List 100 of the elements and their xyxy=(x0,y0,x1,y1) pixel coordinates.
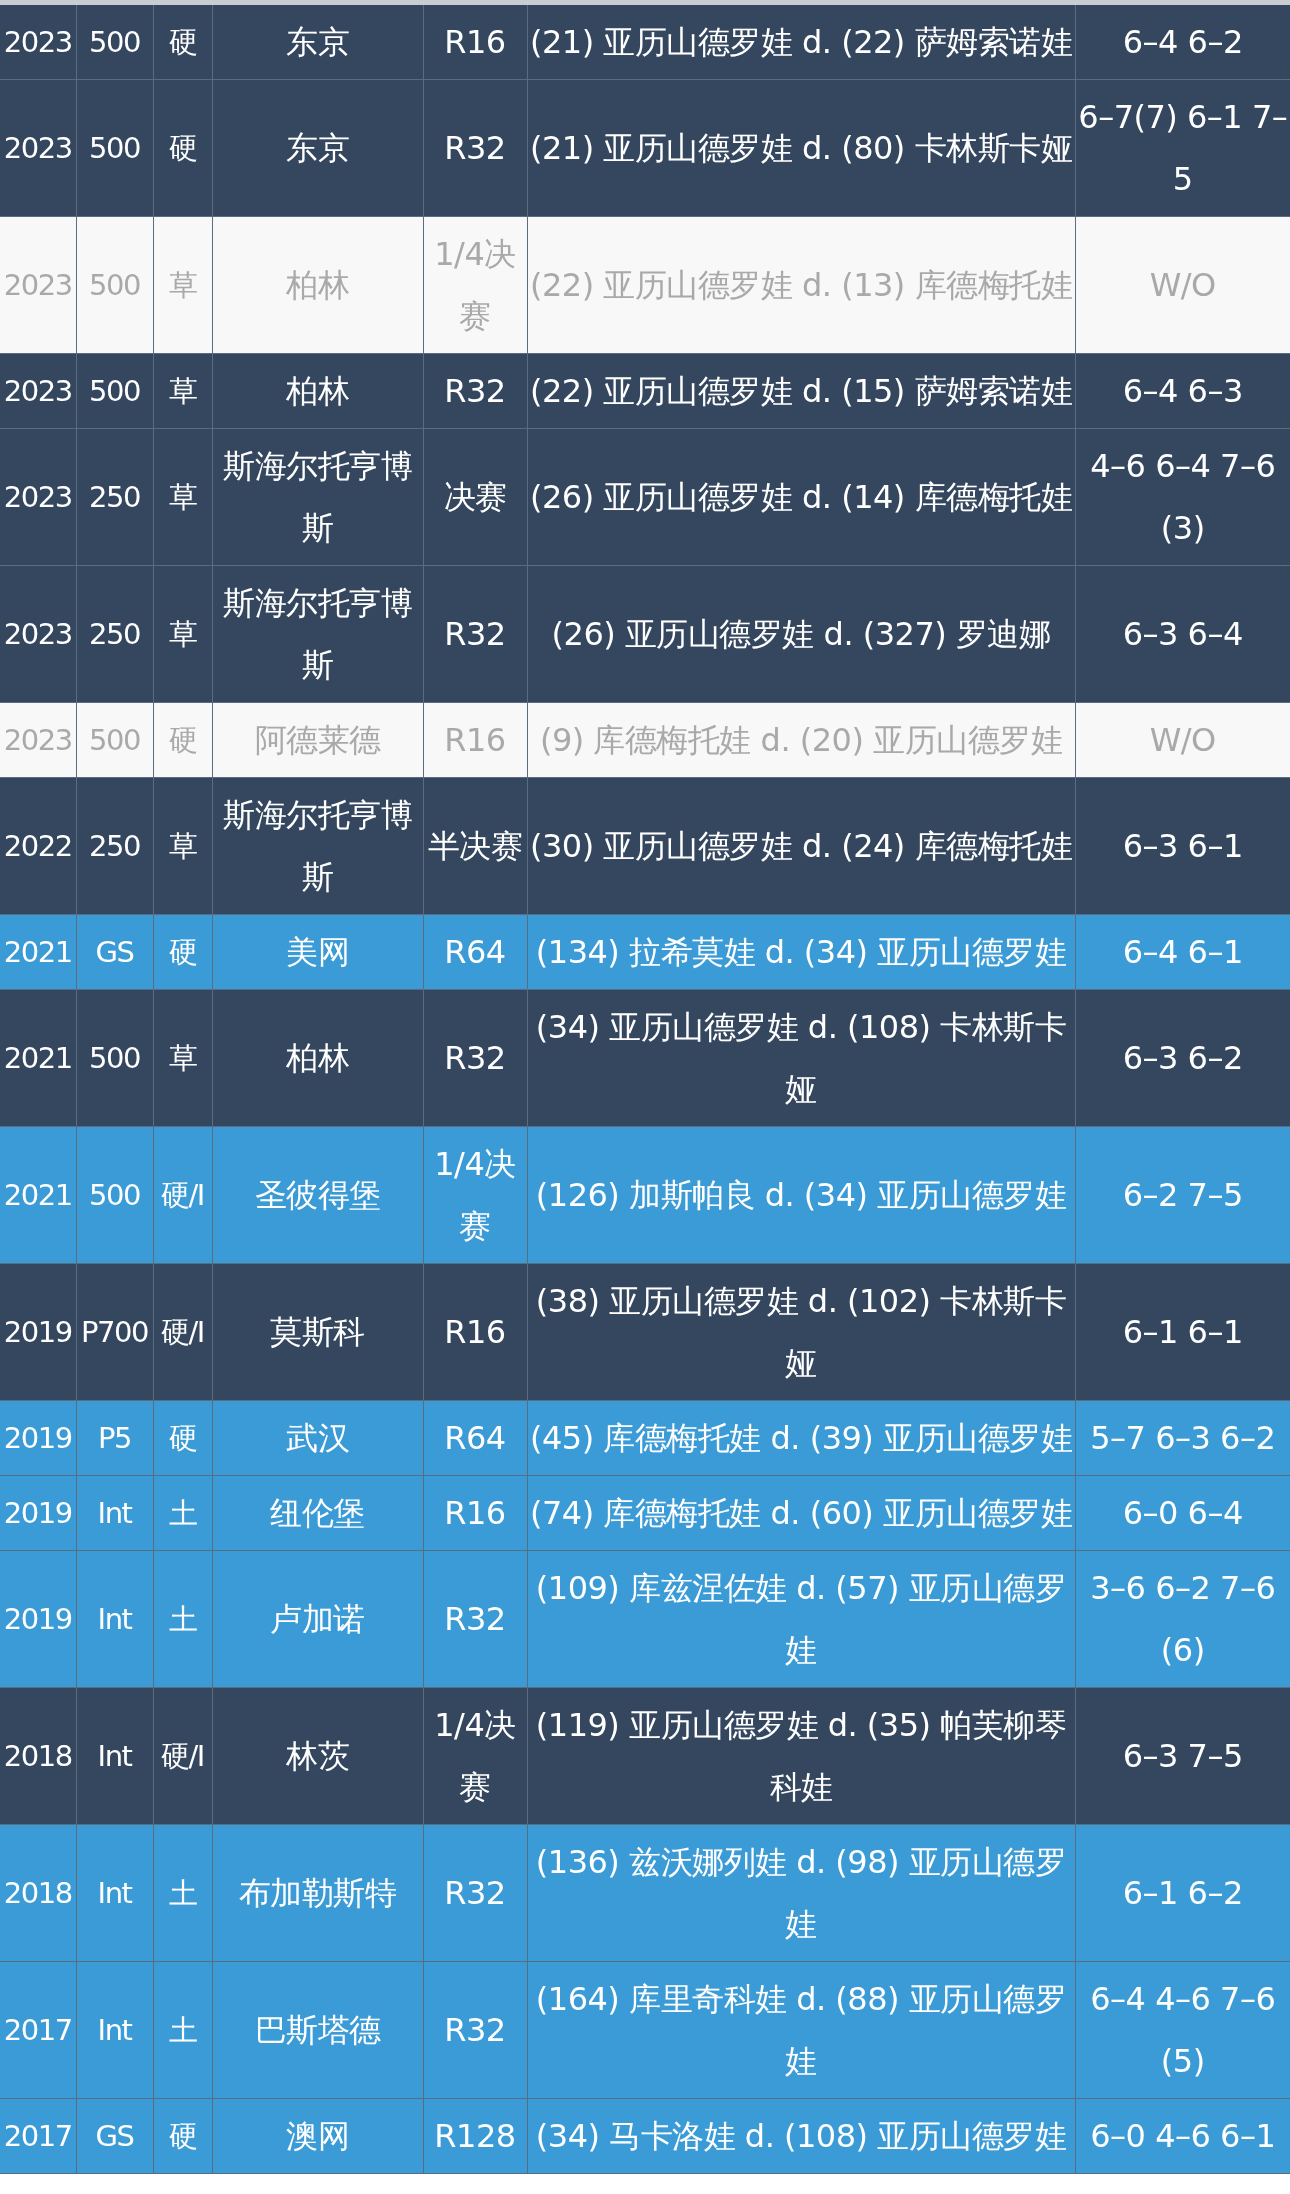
table-cell: 布加勒斯特 xyxy=(212,1824,423,1962)
table-cell: 6–0 6–4 xyxy=(1075,1475,1290,1551)
table-cell: 500 xyxy=(76,5,153,80)
table-cell: (126) 加斯帕良 d. (34) 亚历山德罗娃 xyxy=(527,1126,1075,1264)
table-cell: R32 xyxy=(423,353,527,429)
table-cell: W/O xyxy=(1075,702,1290,778)
table-cell: 东京 xyxy=(212,79,423,217)
table-cell: 2019 xyxy=(0,1550,76,1688)
table-cell: 硬 xyxy=(153,5,212,80)
table-cell: 草 xyxy=(153,565,212,703)
table-cell: 圣彼得堡 xyxy=(212,1126,423,1264)
table-cell: 美网 xyxy=(212,914,423,990)
table-cell: 500 xyxy=(76,702,153,778)
table-cell: 硬 xyxy=(153,1400,212,1476)
table-cell: 土 xyxy=(153,1550,212,1688)
table-cell: 2018 xyxy=(0,1824,76,1962)
table-cell: 3–6 6–2 7–6(6) xyxy=(1075,1550,1290,1688)
table-cell: 6–0 4–6 6–1 xyxy=(1075,2098,1290,2174)
table-cell: 硬/I xyxy=(153,1687,212,1825)
table-cell: 硬/I xyxy=(153,1263,212,1401)
table-cell: (21) 亚历山德罗娃 d. (22) 萨姆索诺娃 xyxy=(527,5,1075,80)
table-cell: 莫斯科 xyxy=(212,1263,423,1401)
table-cell: 草 xyxy=(153,216,212,354)
table-cell: R64 xyxy=(423,1400,527,1476)
table-cell: 6–2 7–5 xyxy=(1075,1126,1290,1264)
table-cell: Int xyxy=(76,1550,153,1688)
table-cell: P700 xyxy=(76,1263,153,1401)
table-cell: R16 xyxy=(423,5,527,80)
table-cell: (22) 亚历山德罗娃 d. (15) 萨姆索诺娃 xyxy=(527,353,1075,429)
table-cell: 2023 xyxy=(0,702,76,778)
table-cell: 2022 xyxy=(0,777,76,915)
table-cell: 2023 xyxy=(0,565,76,703)
table-cell: 2023 xyxy=(0,216,76,354)
table-cell: Int xyxy=(76,1824,153,1962)
table-cell: 250 xyxy=(76,565,153,703)
table-cell: 2018 xyxy=(0,1687,76,1825)
table-cell: (74) 库德梅托娃 d. (60) 亚历山德罗娃 xyxy=(527,1475,1075,1551)
table-cell: 2021 xyxy=(0,1126,76,1264)
table-cell: 6–3 6–1 xyxy=(1075,777,1290,915)
table-cell: 草 xyxy=(153,989,212,1127)
table-cell: R32 xyxy=(423,1550,527,1688)
table-cell: Int xyxy=(76,1475,153,1551)
table-cell: 纽伦堡 xyxy=(212,1475,423,1551)
table-cell: 6–4 4–6 7–6(5) xyxy=(1075,1961,1290,2099)
table-cell: (22) 亚历山德罗娃 d. (13) 库德梅托娃 xyxy=(527,216,1075,354)
table-cell: R128 xyxy=(423,2098,527,2174)
table-cell: 东京 xyxy=(212,5,423,80)
table-cell: 6–3 6–4 xyxy=(1075,565,1290,703)
table-cell: (119) 亚历山德罗娃 d. (35) 帕芙柳琴科娃 xyxy=(527,1687,1075,1825)
table-cell: 柏林 xyxy=(212,989,423,1127)
table-cell: 6–1 6–2 xyxy=(1075,1824,1290,1962)
table-cell: 2023 xyxy=(0,5,76,80)
table-cell: W/O xyxy=(1075,216,1290,354)
table-cell: Int xyxy=(76,1961,153,2099)
table-cell: 硬 xyxy=(153,79,212,217)
table-cell: (164) 库里奇科娃 d. (88) 亚历山德罗娃 xyxy=(527,1961,1075,2099)
table-cell: 6–1 6–1 xyxy=(1075,1263,1290,1401)
table-cell: R32 xyxy=(423,989,527,1127)
table-cell: 硬 xyxy=(153,702,212,778)
table-cell: 土 xyxy=(153,1475,212,1551)
table-cell: R32 xyxy=(423,565,527,703)
table-cell: 卢加诺 xyxy=(212,1550,423,1688)
table-cell: 500 xyxy=(76,216,153,354)
table-cell: 草 xyxy=(153,353,212,429)
table-cell: 500 xyxy=(76,79,153,217)
table-cell: (134) 拉希莫娃 d. (34) 亚历山德罗娃 xyxy=(527,914,1075,990)
table-cell: 1/4决赛 xyxy=(423,1687,527,1825)
table-cell: 2021 xyxy=(0,914,76,990)
table-cell: 6–3 7–5 xyxy=(1075,1687,1290,1825)
table-cell: R16 xyxy=(423,702,527,778)
table-cell: 6–7(7) 6–1 7–5 xyxy=(1075,79,1290,217)
table-cell: 草 xyxy=(153,777,212,915)
table-cell: (26) 亚历山德罗娃 d. (327) 罗迪娜 xyxy=(527,565,1075,703)
table-cell: 500 xyxy=(76,989,153,1127)
table-cell: 土 xyxy=(153,1961,212,2099)
table-cell: 硬 xyxy=(153,2098,212,2174)
table-cell: R64 xyxy=(423,914,527,990)
table-cell: 6–3 6–2 xyxy=(1075,989,1290,1127)
table-cell: 2023 xyxy=(0,353,76,429)
table-cell: 2021 xyxy=(0,989,76,1127)
table-cell: 硬 xyxy=(153,914,212,990)
table-cell: 林茨 xyxy=(212,1687,423,1825)
table-cell: P5 xyxy=(76,1400,153,1476)
table-cell: 2019 xyxy=(0,1400,76,1476)
table-cell: (9) 库德梅托娃 d. (20) 亚历山德罗娃 xyxy=(527,702,1075,778)
table-cell: 柏林 xyxy=(212,353,423,429)
table-cell: 斯海尔托亨博斯 xyxy=(212,565,423,703)
table-cell: (45) 库德梅托娃 d. (39) 亚历山德罗娃 xyxy=(527,1400,1075,1476)
table-cell: 500 xyxy=(76,1126,153,1264)
table-cell: 土 xyxy=(153,1824,212,1962)
table-cell: 2023 xyxy=(0,428,76,566)
table-cell: Int xyxy=(76,1687,153,1825)
table-cell: R32 xyxy=(423,1824,527,1962)
table-cell: 1/4决赛 xyxy=(423,216,527,354)
table-cell: 2023 xyxy=(0,79,76,217)
table-cell: R32 xyxy=(423,79,527,217)
table-cell: GS xyxy=(76,2098,153,2174)
table-cell: R32 xyxy=(423,1961,527,2099)
table-cell: 硬/I xyxy=(153,1126,212,1264)
table-cell: 巴斯塔德 xyxy=(212,1961,423,2099)
